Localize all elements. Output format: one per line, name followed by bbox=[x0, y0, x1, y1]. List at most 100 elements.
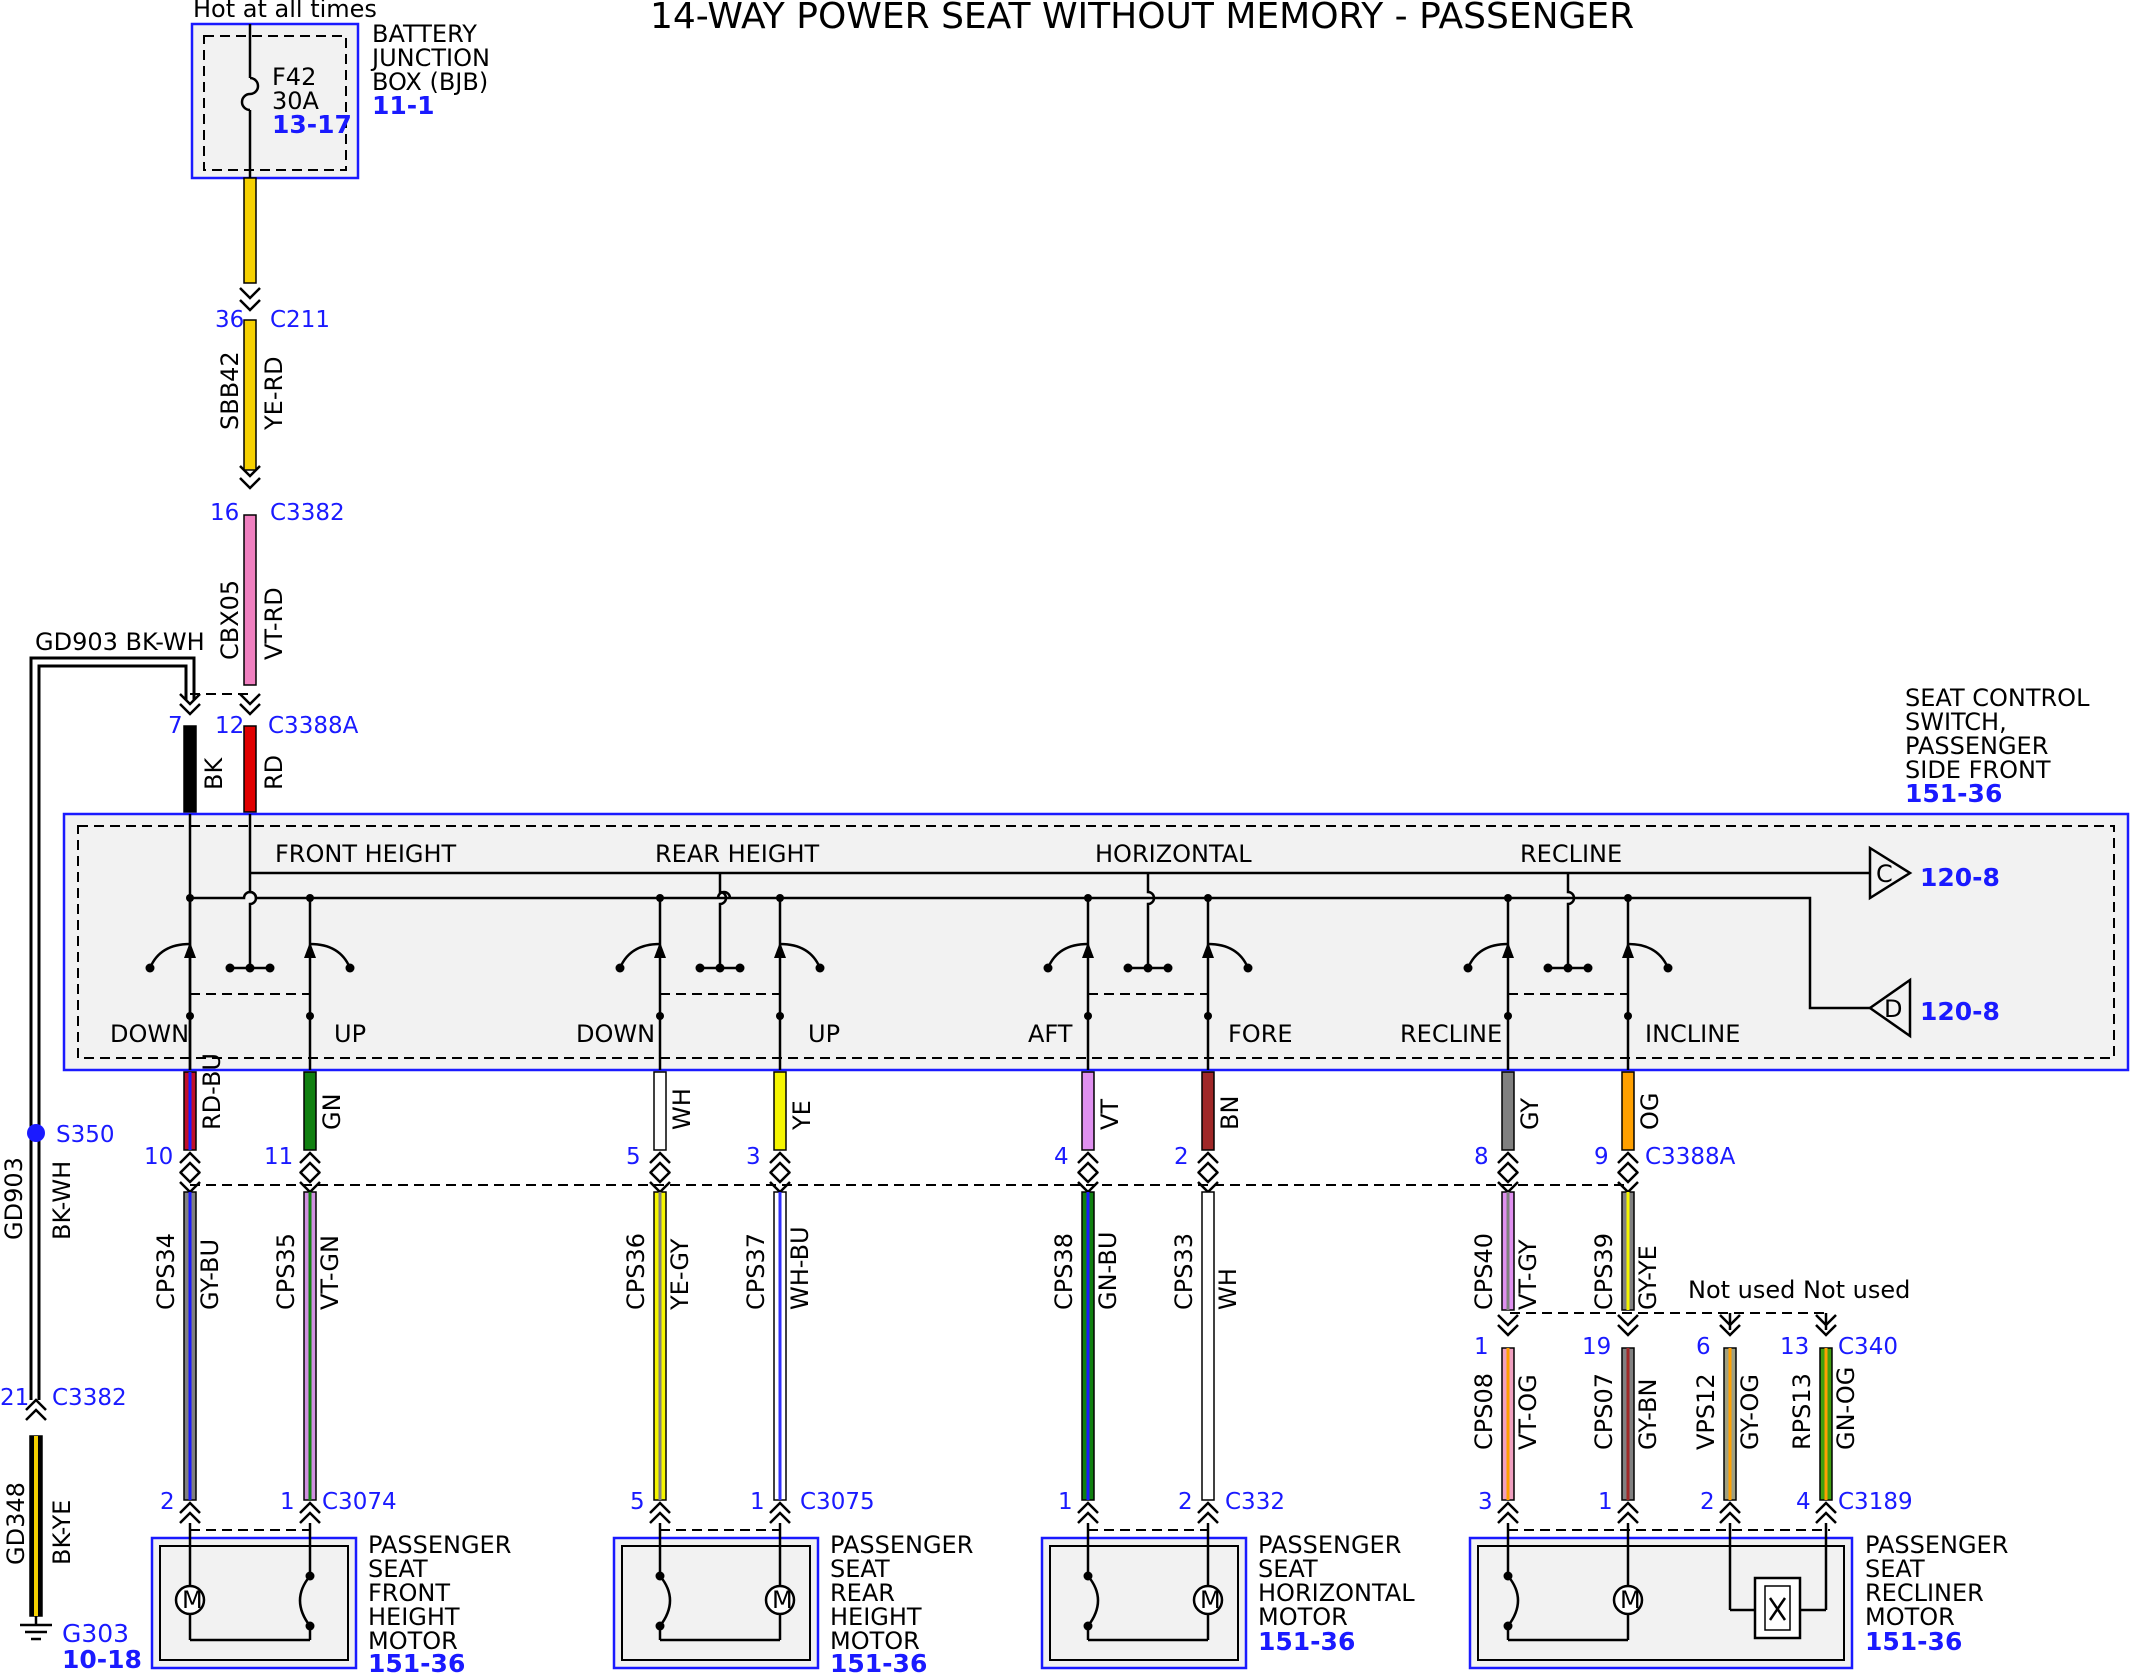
section-rear-height: REAR HEIGHT bbox=[655, 840, 819, 868]
c340-pin-1: 1 bbox=[1474, 1334, 1489, 1360]
wire-bk bbox=[183, 725, 197, 813]
sbb42-color: YE-RD bbox=[260, 356, 288, 431]
motor-symbol-letter: M bbox=[1620, 1586, 1641, 1614]
motor-pin-7: 3 bbox=[1478, 1489, 1493, 1515]
hot-label: Hot at all times bbox=[193, 0, 377, 23]
sw-wire-label-6: BN bbox=[1216, 1096, 1244, 1130]
c340-pin-2: 19 bbox=[1582, 1334, 1611, 1360]
sw-pin-1: 10 bbox=[144, 1144, 173, 1170]
c3388a-label-bottom: C3388A bbox=[1645, 1144, 1736, 1170]
c211-pin: 36 bbox=[215, 307, 244, 333]
gd348-circuit: GD348 bbox=[2, 1482, 30, 1565]
lower-color-1: GY-BU bbox=[196, 1239, 224, 1310]
c3074-label: C3074 bbox=[322, 1489, 397, 1515]
c3388a-label-top: C3388A bbox=[268, 713, 359, 739]
offpage-d-ref: 120-8 bbox=[1920, 997, 2000, 1026]
ground-name: G303 bbox=[62, 1619, 129, 1648]
wire-sw-6 bbox=[1201, 1071, 1215, 1151]
recl-circuit-3: VPS12 bbox=[1692, 1373, 1720, 1450]
motor-pin-4: 1 bbox=[750, 1489, 765, 1515]
junction-dot bbox=[656, 894, 664, 902]
c3382-label: C3382 bbox=[270, 500, 345, 526]
lower-circuit-5: CPS38 bbox=[1050, 1233, 1078, 1310]
sw-pin-4: 3 bbox=[746, 1144, 761, 1170]
c3075-label: C3075 bbox=[800, 1489, 875, 1515]
recl-color-4: GN-OG bbox=[1832, 1367, 1860, 1450]
lower-wires: CPS34 GY-BU CPS35 VT-GN CPS36 YE-GY CPS37 WH-BU… bbox=[152, 1171, 1860, 1524]
wire-sw-2 bbox=[303, 1071, 317, 1151]
offpage-d-letter: D bbox=[1884, 995, 1902, 1023]
c211-label: C211 bbox=[270, 307, 330, 333]
wire-feed-top bbox=[243, 177, 257, 284]
sw-wire-label-7: GY bbox=[1516, 1098, 1544, 1130]
ground-symbol bbox=[20, 1616, 52, 1641]
sw-pin-3: 5 bbox=[626, 1144, 641, 1170]
lower-circuit-3: CPS36 bbox=[622, 1233, 650, 1310]
wire-sw-4 bbox=[773, 1071, 787, 1151]
motor-pin-10: 4 bbox=[1796, 1489, 1811, 1515]
wire-cbx05 bbox=[243, 514, 257, 686]
contact-dot bbox=[735, 963, 745, 973]
contact-dot bbox=[225, 963, 235, 973]
wire-sw-3 bbox=[653, 1071, 667, 1151]
cbx05-color: VT-RD bbox=[260, 587, 288, 660]
contact-dot bbox=[715, 963, 725, 973]
rd-label: RD bbox=[260, 755, 288, 790]
sw-wire-label-4: YE bbox=[788, 1100, 816, 1131]
motor3-ref: 151-36 bbox=[1258, 1627, 1355, 1656]
sw-wire-label-5: VT bbox=[1096, 1099, 1124, 1130]
lower-color-6: WH bbox=[1214, 1268, 1242, 1310]
c3388a-pin-rd: 12 bbox=[215, 713, 244, 739]
cbx05-circuit: CBX05 bbox=[216, 580, 244, 660]
contact-dot bbox=[1123, 963, 1133, 973]
section-horizontal: HORIZONTAL bbox=[1095, 840, 1252, 868]
gd348-color: BK-YE bbox=[48, 1500, 76, 1565]
motor1-ref: 151-36 bbox=[368, 1649, 465, 1675]
gd903-circuit: GD903 bbox=[0, 1157, 28, 1240]
pos-recline: RECLINE bbox=[1400, 1020, 1502, 1048]
junction-dot bbox=[306, 1012, 314, 1020]
sw-wire-label-8: OG bbox=[1636, 1093, 1664, 1131]
wire-sw-8 bbox=[1621, 1071, 1635, 1151]
scs-ref: 151-36 bbox=[1905, 779, 2002, 808]
recl-circuit-1: CPS08 bbox=[1470, 1373, 1498, 1450]
motor-pin-2: 1 bbox=[280, 1489, 295, 1515]
junction-dot bbox=[1084, 894, 1092, 902]
motor-pin-5: 1 bbox=[1058, 1489, 1073, 1515]
recl-color-1: VT-OG bbox=[1514, 1374, 1542, 1450]
lower-circuit-8: CPS39 bbox=[1590, 1233, 1618, 1310]
recl-color-3: GY-OG bbox=[1736, 1374, 1764, 1450]
motor-pin-6: 2 bbox=[1178, 1489, 1193, 1515]
motor-pin-8: 1 bbox=[1598, 1489, 1613, 1515]
motor-symbol-letter: M bbox=[182, 1586, 203, 1614]
junction-dot bbox=[776, 894, 784, 902]
offpage-c-ref: 120-8 bbox=[1920, 863, 2000, 892]
not-used-2: Not used bbox=[1803, 1276, 1910, 1304]
c3382-pin: 16 bbox=[210, 500, 239, 526]
wire-sbb42 bbox=[243, 319, 257, 471]
splice-label: S350 bbox=[56, 1122, 115, 1148]
gd903-color: BK-WH bbox=[48, 1161, 76, 1240]
lower-circuit-1: CPS34 bbox=[152, 1233, 180, 1310]
motor-symbol-letter: M bbox=[1200, 1586, 1221, 1614]
sw-pin-8: 9 bbox=[1594, 1144, 1609, 1170]
not-used-1: Not used bbox=[1688, 1276, 1795, 1304]
motor-pin-9: 2 bbox=[1700, 1489, 1715, 1515]
sw-wire-label-3: WH bbox=[668, 1088, 696, 1130]
pos-up-1: UP bbox=[334, 1020, 366, 1048]
wire-sw-5 bbox=[1081, 1071, 1095, 1151]
junction-dot bbox=[1084, 1012, 1092, 1020]
motor-pin-3: 5 bbox=[630, 1489, 645, 1515]
junction-dot bbox=[186, 894, 194, 902]
lower-color-4: WH-BU bbox=[786, 1226, 814, 1310]
pos-incline: INCLINE bbox=[1645, 1020, 1740, 1048]
sw-pin-6: 2 bbox=[1174, 1144, 1189, 1170]
lower-color-2: VT-GN bbox=[316, 1235, 344, 1310]
contact-dot bbox=[1143, 963, 1153, 973]
sw-wire-label-2: GN bbox=[318, 1093, 346, 1130]
motor-pin-1: 2 bbox=[160, 1489, 175, 1515]
c3189-label: C3189 bbox=[1838, 1489, 1913, 1515]
battery-junction-box: F42 30A 13-17 bbox=[190, 22, 360, 180]
lower-circuit-7: CPS40 bbox=[1470, 1233, 1498, 1310]
contact-dot bbox=[1163, 963, 1173, 973]
